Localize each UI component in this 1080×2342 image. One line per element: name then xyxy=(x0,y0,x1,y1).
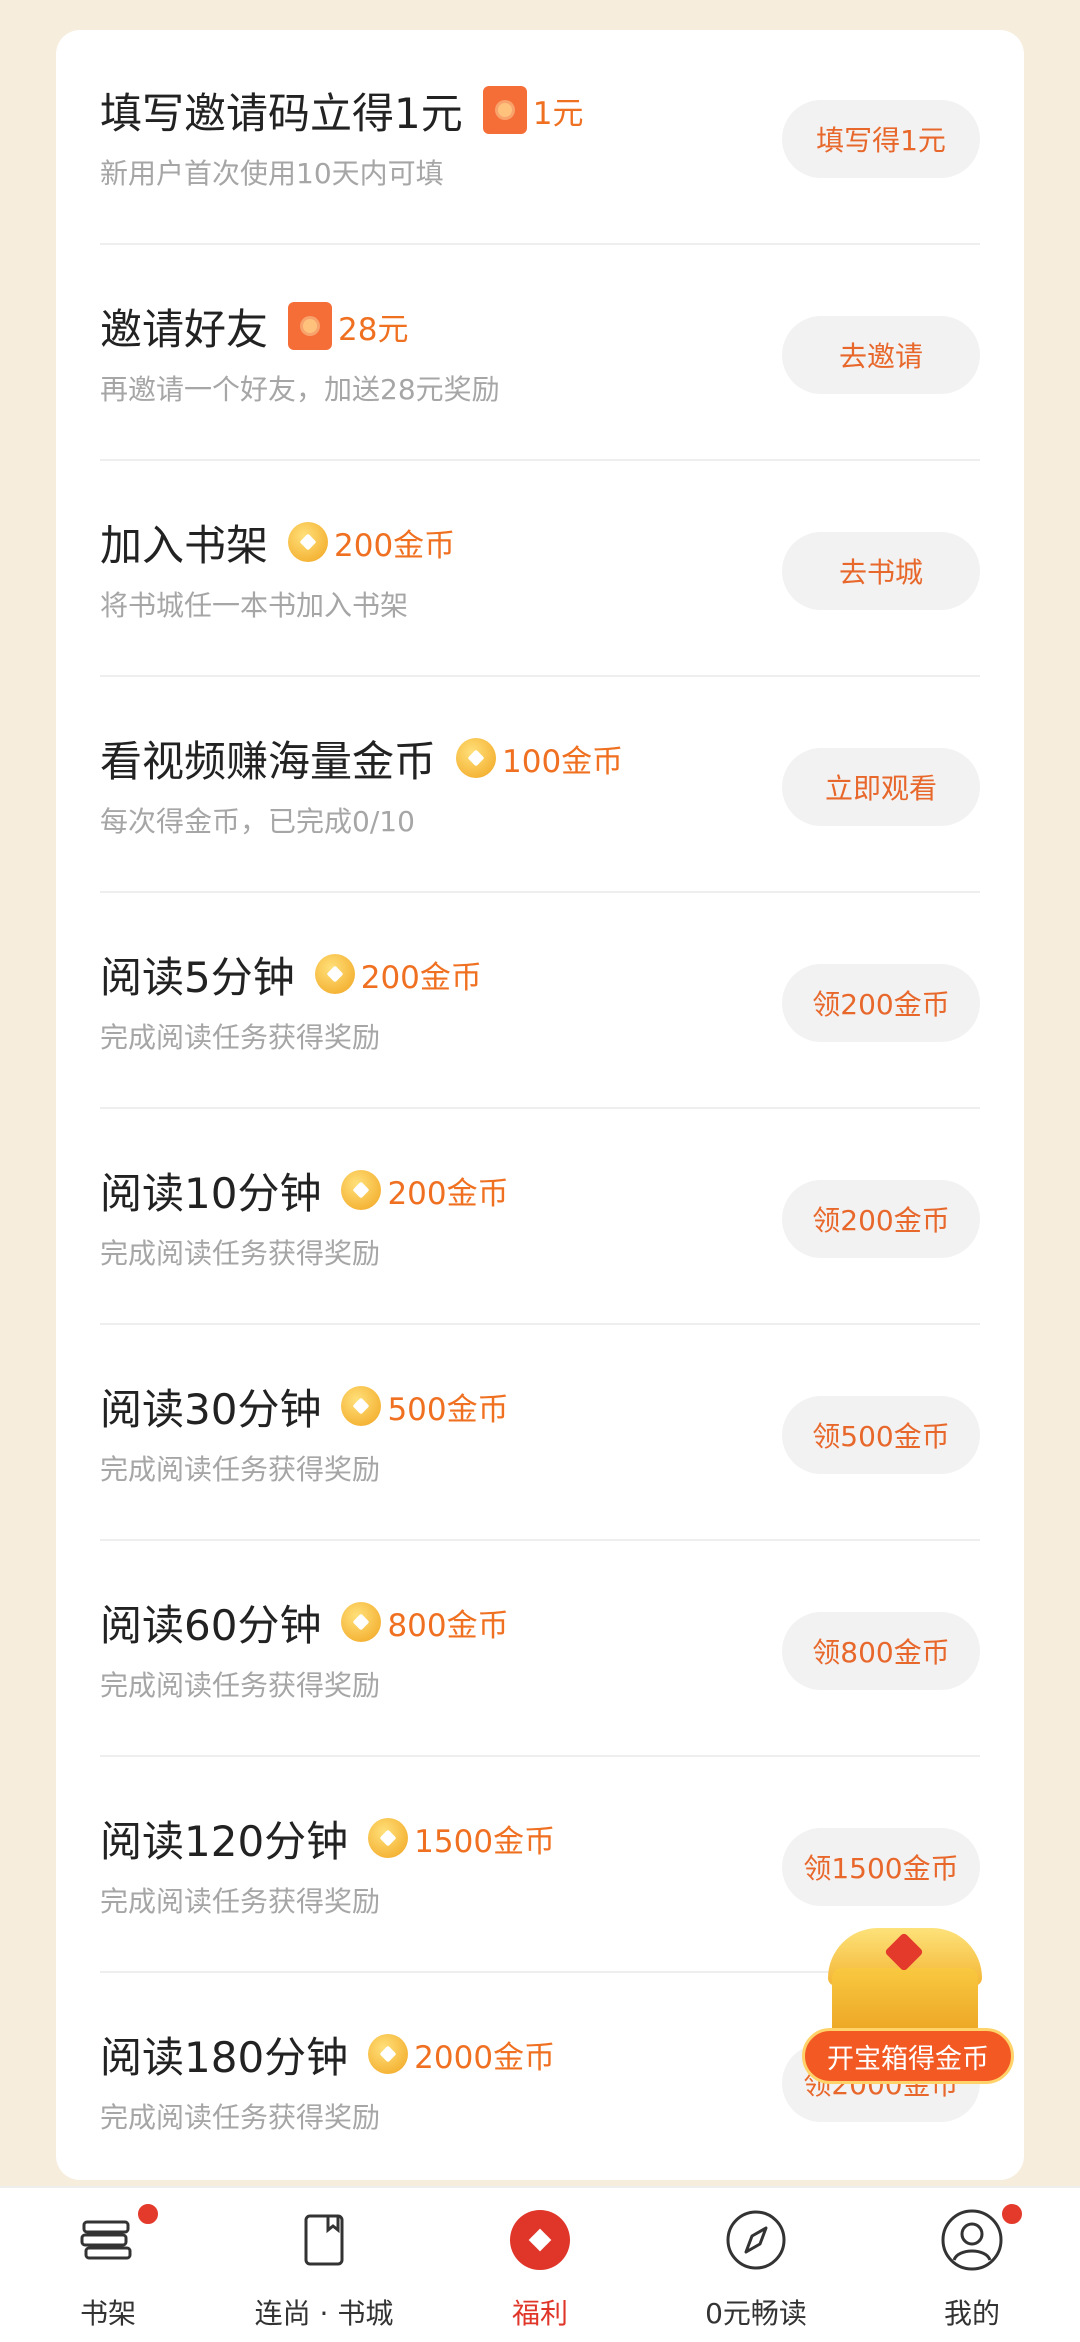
nav-item-2[interactable]: 福利 xyxy=(432,2188,648,2342)
coin-icon xyxy=(368,1818,409,1858)
task-title: 阅读180分钟 xyxy=(100,2032,349,2082)
task-row: 看视频赚海量金币 100金币每次得金币，已完成0/10 立即观看 xyxy=(100,678,980,893)
task-list-card: 填写邀请码立得1元 1元新用户首次使用10天内可填 填写得1元邀请好友 28元再邀请一… xyxy=(56,30,1024,2180)
task-row: 阅读60分钟 800金币 完成阅读任务获得奖励 领800金币 xyxy=(100,1542,980,1757)
nav-label: 书架 xyxy=(79,2297,136,2330)
coin-icon xyxy=(341,1602,382,1642)
task-row: 填写邀请码立得1元 1元新用户首次使用10天内可填 填写得1元 xyxy=(100,30,980,245)
task-reward: 200金币 xyxy=(314,952,482,997)
task-reward: 200金币 xyxy=(288,520,455,565)
task-subtitle: 完成阅读任务获得奖励 xyxy=(100,1237,381,1270)
task-action-button[interactable]: 填写得1元 xyxy=(782,100,980,178)
task-title-row: 阅读30分钟 500金币 xyxy=(100,1376,509,1436)
task-subtitle: 完成阅读任务获得奖励 xyxy=(100,1021,381,1054)
bookshelf-icon xyxy=(76,2208,140,2272)
task-title-row: 邀请好友 28元 xyxy=(100,296,408,356)
nav-item-4[interactable]: 我的 xyxy=(864,2188,1080,2342)
reward-label: 1500金币 xyxy=(414,1823,556,1860)
task-title-row: 看视频赚海量金币 100金币 xyxy=(100,728,623,788)
task-title: 阅读5分钟 xyxy=(100,952,295,1002)
reward-label: 200金币 xyxy=(360,959,482,996)
task-subtitle: 完成阅读任务获得奖励 xyxy=(100,2101,381,2134)
task-title-row: 阅读120分钟 1500金币 xyxy=(100,1808,555,1868)
task-subtitle: 完成阅读任务获得奖励 xyxy=(100,1453,381,1486)
task-action-button[interactable]: 去邀请 xyxy=(782,316,980,394)
task-reward: 500金币 xyxy=(341,1384,509,1429)
task-action-button[interactable]: 领200金币 xyxy=(782,1180,980,1258)
notification-dot xyxy=(136,2202,160,2226)
coin-icon xyxy=(288,522,329,562)
coin-icon xyxy=(341,1170,382,1210)
reward-label: 100金币 xyxy=(502,743,624,780)
coin-icon xyxy=(368,2034,409,2074)
redpacket-icon xyxy=(482,86,527,134)
profile-icon xyxy=(940,2208,1004,2272)
treasure-label[interactable]: 开宝箱得金币 xyxy=(802,2028,1014,2084)
reward-label: 1元 xyxy=(532,95,584,132)
task-action-button[interactable]: 领1500金币 xyxy=(782,1828,980,1906)
redpacket-icon xyxy=(288,302,333,350)
nav-item-0[interactable]: 书架 xyxy=(0,2188,216,2342)
task-title: 阅读10分钟 xyxy=(100,1168,322,1218)
task-action-button[interactable]: 领200金币 xyxy=(782,964,980,1042)
task-subtitle: 新用户首次使用10天内可填 xyxy=(100,157,444,190)
treasure-chest-widget[interactable]: 开宝箱得金币 xyxy=(802,1928,1018,2088)
task-subtitle: 每次得金币，已完成0/10 xyxy=(100,805,415,838)
task-subtitle: 再邀请一个好友，加送28元奖励 xyxy=(100,373,500,406)
task-action-button[interactable]: 领500金币 xyxy=(782,1396,980,1474)
nav-item-1[interactable]: 连尚 · 书城 xyxy=(216,2188,432,2342)
task-reward: 800金币 xyxy=(341,1600,509,1645)
nav-label: 0元畅读 xyxy=(705,2297,807,2330)
task-title: 看视频赚海量金币 xyxy=(100,736,437,786)
task-title-row: 填写邀请码立得1元 1元 xyxy=(100,80,583,140)
task-row: 阅读5分钟 200金币完成阅读任务获得奖励 领200金币 xyxy=(100,894,980,1109)
coin-icon xyxy=(456,738,497,778)
task-reward: 1元 xyxy=(482,86,584,134)
task-subtitle: 将书城任一本书加入书架 xyxy=(100,589,409,622)
task-row: 加入书架 200金币将书城任一本书加入书架 去书城 xyxy=(100,462,980,677)
reward-label: 2000金币 xyxy=(414,2039,556,2076)
task-subtitle: 完成阅读任务获得奖励 xyxy=(100,1669,381,1702)
task-title-row: 阅读10分钟 200金币 xyxy=(100,1160,509,1220)
coin-icon xyxy=(314,954,355,994)
reward-label: 28元 xyxy=(338,311,409,348)
nav-label: 连尚 · 书城 xyxy=(254,2297,394,2330)
book-icon xyxy=(292,2208,356,2272)
task-title: 邀请好友 xyxy=(100,304,269,354)
task-title: 阅读30分钟 xyxy=(100,1384,322,1434)
reward-label: 800金币 xyxy=(387,1607,509,1644)
task-title: 加入书架 xyxy=(100,520,269,570)
task-reward: 28元 xyxy=(288,302,408,350)
coin-icon xyxy=(341,1386,382,1426)
reward-label: 200金币 xyxy=(334,527,456,564)
reward-label: 500金币 xyxy=(387,1391,509,1428)
task-row: 阅读30分钟 500金币 完成阅读任务获得奖励 领500金币 xyxy=(100,1326,980,1541)
task-row: 阅读10分钟 200金币 完成阅读任务获得奖励 领200金币 xyxy=(100,1110,980,1325)
nav-item-3[interactable]: 0元畅读 xyxy=(648,2188,864,2342)
task-reward: 100金币 xyxy=(456,736,623,781)
task-title-row: 阅读5分钟 200金币 xyxy=(100,944,482,1004)
task-title: 填写邀请码立得1元 xyxy=(100,88,463,138)
reward-label: 200金币 xyxy=(387,1175,509,1212)
task-title-row: 阅读180分钟 2000金币 xyxy=(100,2024,555,2084)
task-subtitle: 完成阅读任务获得奖励 xyxy=(100,1885,381,1918)
welfare-icon xyxy=(508,2208,572,2272)
task-title: 阅读120分钟 xyxy=(100,1816,349,1866)
nav-label: 我的 xyxy=(943,2297,1000,2330)
bottom-nav: 书架 连尚 · 书城 福利 0元畅读 我的 xyxy=(0,2186,1080,2342)
task-title: 阅读60分钟 xyxy=(100,1600,322,1650)
task-reward: 1500金币 xyxy=(368,1816,555,1861)
task-action-button[interactable]: 去书城 xyxy=(782,532,980,610)
compass-icon xyxy=(724,2208,788,2272)
nav-label: 福利 xyxy=(511,2297,568,2330)
task-reward: 200金币 xyxy=(341,1168,509,1213)
task-reward: 2000金币 xyxy=(368,2032,555,2077)
task-action-button[interactable]: 领800金币 xyxy=(782,1612,980,1690)
task-title-row: 阅读60分钟 800金币 xyxy=(100,1592,509,1652)
task-action-button[interactable]: 立即观看 xyxy=(782,748,980,826)
task-row: 邀请好友 28元再邀请一个好友，加送28元奖励 去邀请 xyxy=(100,246,980,461)
task-title-row: 加入书架 200金币 xyxy=(100,512,455,572)
notification-dot xyxy=(1000,2202,1024,2226)
